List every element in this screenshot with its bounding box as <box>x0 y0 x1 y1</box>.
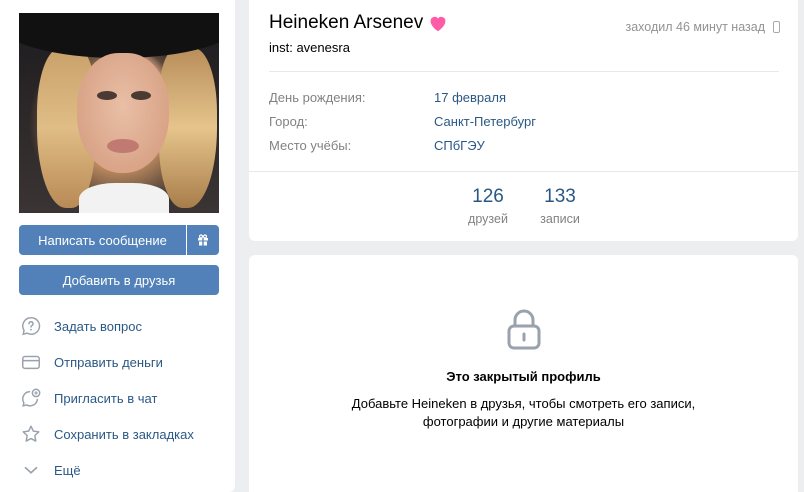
closed-profile-card: Это закрытый профиль Добавьте Heineken в… <box>249 255 798 492</box>
profile-info-card: Heineken Arsenev inst: avenesra заходил … <box>249 0 798 241</box>
divider <box>249 171 798 172</box>
menu-item-more[interactable]: Ещё <box>19 452 219 488</box>
menu-item-label: Пригласить в чат <box>54 390 158 406</box>
profile-actions-menu: Задать вопрос Отправить деньги Пригласит… <box>19 308 219 488</box>
info-row-birthday: День рождения: 17 февраля <box>269 90 506 105</box>
add-friend-button[interactable]: Добавить в друзья <box>19 265 219 295</box>
left-column: Написать сообщение Добавить в друзья Зад… <box>0 0 235 492</box>
profile-name: Heineken Arsenev <box>269 12 448 34</box>
send-message-button[interactable]: Написать сообщение <box>19 225 186 255</box>
birthday-link[interactable]: 17 февраля <box>434 90 506 105</box>
menu-item-label: Сохранить в закладках <box>54 426 194 442</box>
chevron-down-icon <box>19 458 43 482</box>
lock-icon <box>507 309 541 350</box>
posts-counter[interactable]: 133 записи <box>533 186 587 226</box>
menu-item-ask-question[interactable]: Задать вопрос <box>19 308 219 344</box>
university-link[interactable]: СПбГЭУ <box>434 138 485 153</box>
chat-add-icon <box>19 386 43 410</box>
menu-item-label: Задать вопрос <box>54 318 142 334</box>
menu-item-label: Отправить деньги <box>54 354 163 370</box>
menu-item-label: Ещё <box>54 462 81 478</box>
heart-icon <box>430 16 446 32</box>
card-icon <box>19 350 43 374</box>
gift-icon <box>198 234 208 246</box>
friends-counter[interactable]: 126 друзей <box>463 186 513 226</box>
profile-status: inst: avenesra <box>269 40 350 55</box>
info-row-university: Место учёбы: СПбГЭУ <box>269 138 485 153</box>
info-row-city: Город: Санкт-Петербург <box>269 114 536 129</box>
mobile-phone-icon <box>773 21 780 33</box>
menu-item-bookmark[interactable]: Сохранить в закладках <box>19 416 219 452</box>
question-bubble-icon <box>19 314 43 338</box>
gift-button[interactable] <box>187 225 219 255</box>
closed-profile-text: Добавьте Heineken в друзья, чтобы смотре… <box>351 396 696 429</box>
city-link[interactable]: Санкт-Петербург <box>434 114 536 129</box>
closed-profile-title: Это закрытый профиль <box>446 369 601 384</box>
profile-avatar[interactable] <box>19 13 219 213</box>
star-icon <box>19 422 43 446</box>
menu-item-invite-chat[interactable]: Пригласить в чат <box>19 380 219 416</box>
divider <box>269 71 779 72</box>
last-seen-status: заходил 46 минут назад <box>625 20 780 34</box>
menu-item-send-money[interactable]: Отправить деньги <box>19 344 219 380</box>
